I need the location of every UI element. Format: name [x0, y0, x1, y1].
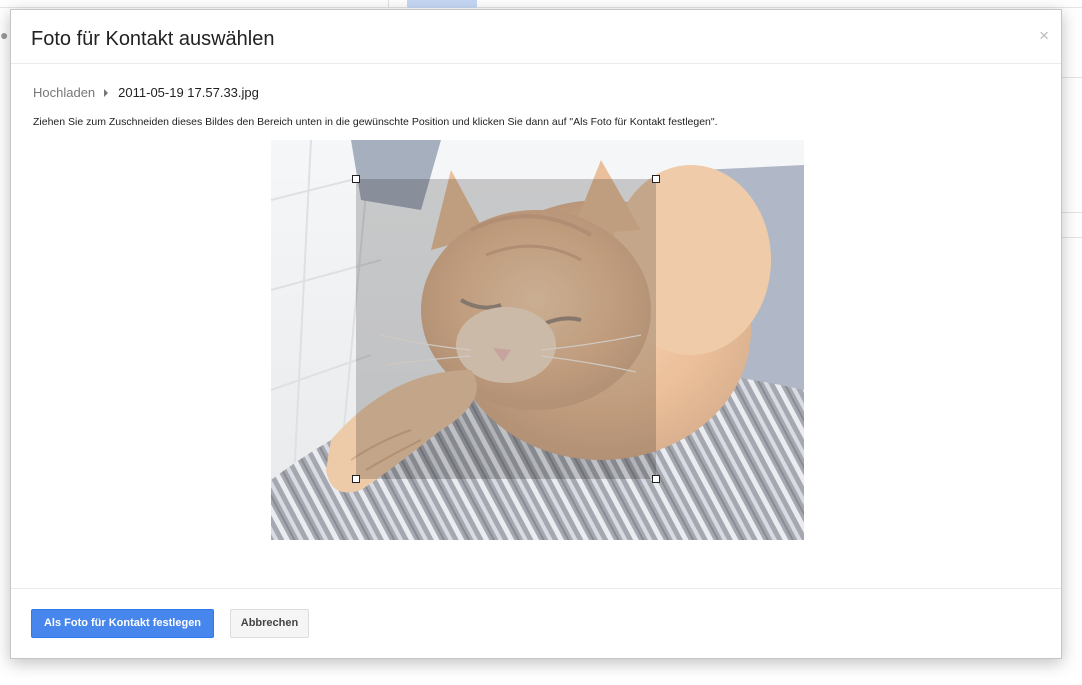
- cancel-button[interactable]: Abbrechen: [230, 609, 309, 638]
- background-row-line: [1062, 237, 1082, 238]
- background-divider: [388, 0, 389, 8]
- crop-handle-top-left[interactable]: [352, 175, 360, 183]
- dialog-title: Foto für Kontakt auswählen: [31, 28, 275, 50]
- background-row-line: [1062, 212, 1082, 213]
- breadcrumb-file-name: 2011-05-19 17.57.33.jpg: [118, 85, 259, 100]
- set-contact-photo-button[interactable]: Als Foto für Kontakt festlegen: [31, 609, 214, 638]
- crop-handle-bottom-right[interactable]: [652, 475, 660, 483]
- photo-crop-area[interactable]: [271, 140, 804, 540]
- close-icon[interactable]: ×: [1039, 26, 1049, 46]
- select-contact-photo-dialog: Foto für Kontakt auswählen × Hochladen 2…: [10, 9, 1062, 659]
- crop-handle-top-right[interactable]: [652, 175, 660, 183]
- breadcrumb-upload-link[interactable]: Hochladen: [33, 84, 95, 102]
- dialog-footer: Als Foto für Kontakt festlegen Abbrechen: [11, 588, 1061, 658]
- background-row-line: [1062, 77, 1082, 78]
- background-top-border: [0, 7, 1082, 8]
- crop-instruction-text: Ziehen Sie zum Zuschneiden dieses Bildes…: [33, 116, 718, 128]
- crop-handle-bottom-left[interactable]: [352, 475, 360, 483]
- dialog-header: Foto für Kontakt auswählen ×: [11, 10, 1061, 64]
- background-tab-indicator: [407, 0, 477, 8]
- crop-selection-box[interactable]: [352, 175, 660, 483]
- triangle-right-icon: [104, 89, 109, 97]
- breadcrumb: Hochladen 2011-05-19 17.57.33.jpg: [33, 84, 259, 102]
- person-icon: ●: [0, 27, 9, 43]
